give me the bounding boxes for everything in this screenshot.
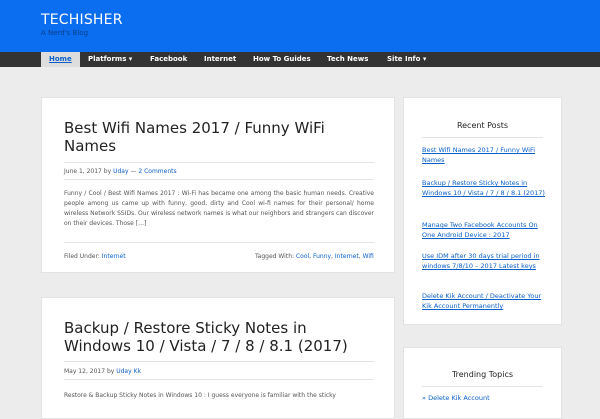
post-card: Backup / Restore Sticky Notes in Windows… xyxy=(41,297,395,419)
site-header: TECHISHER A Nerd's Blog xyxy=(0,0,600,52)
post-title[interactable]: Backup / Restore Sticky Notes in Windows… xyxy=(64,319,374,355)
meta-divider xyxy=(64,379,374,380)
widget-divider xyxy=(422,386,543,387)
trending-topics-widget: Trending Topics » Delete Kik Account xyxy=(403,347,562,419)
post-by: by xyxy=(106,368,115,375)
title-divider xyxy=(64,162,374,163)
post-categories: Filed Under: Internet xyxy=(64,253,126,260)
tag-link[interactable]: Funny xyxy=(313,253,331,260)
widget-divider xyxy=(422,137,543,138)
filed-under-label: Filed Under: xyxy=(64,253,100,260)
meta-divider xyxy=(64,179,374,180)
nav-item-how-to-guides[interactable]: How To Guides xyxy=(253,52,311,67)
post-author-link[interactable]: Uday xyxy=(113,168,128,175)
tagged-with-label: Tagged With: xyxy=(255,253,295,260)
tag-link[interactable]: Cool xyxy=(296,253,309,260)
nav-item-home[interactable]: Home xyxy=(41,52,80,67)
post-comments-link[interactable]: 2 Comments xyxy=(138,168,176,175)
post-author-link[interactable]: Uday Kk xyxy=(116,368,141,375)
recent-post-link[interactable]: Delete Kik Account / Deactivate Your Kik… xyxy=(422,291,547,311)
recent-posts-widget: Recent Posts Best Wifi Names 2017 / Funn… xyxy=(403,97,562,325)
post-meta: May 12, 2017 by Uday Kk xyxy=(64,368,141,375)
post-meta-dash: — xyxy=(130,168,137,175)
trending-link[interactable]: Delete Kik Account xyxy=(428,394,490,402)
post-tags: Tagged With: Cool, Funny, Internet, Wifi xyxy=(255,253,374,260)
trending-item[interactable]: » Delete Kik Account xyxy=(422,394,490,402)
widget-title: Recent Posts xyxy=(456,121,509,130)
nav-item-site-info[interactable]: Site Info ▾ xyxy=(387,52,426,67)
category-link[interactable]: Internet xyxy=(102,253,126,260)
post-date: June 1, 2017 xyxy=(64,168,102,175)
recent-post-link[interactable]: Best Wifi Names 2017 / Funny WiFi Names xyxy=(422,145,547,165)
post-meta: June 1, 2017 by Uday — 2 Comments xyxy=(64,168,177,175)
recent-post-link[interactable]: Manage Two Facebook Accounts On One Andr… xyxy=(422,220,547,240)
post-card: Best Wifi Names 2017 / Funny WiFi Names … xyxy=(41,97,395,273)
post-date: May 12, 2017 xyxy=(64,368,106,375)
nav-item-internet[interactable]: Internet xyxy=(204,52,236,67)
recent-post-link[interactable]: Use IDM after 30 days trial period in wi… xyxy=(422,251,547,271)
post-title[interactable]: Best Wifi Names 2017 / Funny WiFi Names xyxy=(64,119,374,155)
tag-link[interactable]: Wifi xyxy=(363,253,374,260)
nav-item-tech-news[interactable]: Tech News xyxy=(327,52,368,67)
site-description: A Nerd's Blog xyxy=(41,29,89,37)
title-divider xyxy=(64,361,374,362)
tag-link[interactable]: Internet xyxy=(335,253,359,260)
recent-post-link[interactable]: Backup / Restore Sticky Notes in Windows… xyxy=(422,178,547,198)
post-by: by xyxy=(103,168,112,175)
widget-title: Trending Topics xyxy=(451,370,514,379)
arrow-right-icon: » xyxy=(422,394,426,402)
nav-item-facebook[interactable]: Facebook xyxy=(150,52,187,67)
footer-divider xyxy=(64,242,374,243)
nav-item-platforms[interactable]: Platforms ▾ xyxy=(88,52,132,67)
site-title[interactable]: TECHISHER xyxy=(41,12,123,28)
main-nav: Home Platforms ▾ Facebook Internet How T… xyxy=(0,52,600,67)
post-excerpt: Funny / Cool / Best Wifi Names 2017 : Wi… xyxy=(64,190,374,227)
